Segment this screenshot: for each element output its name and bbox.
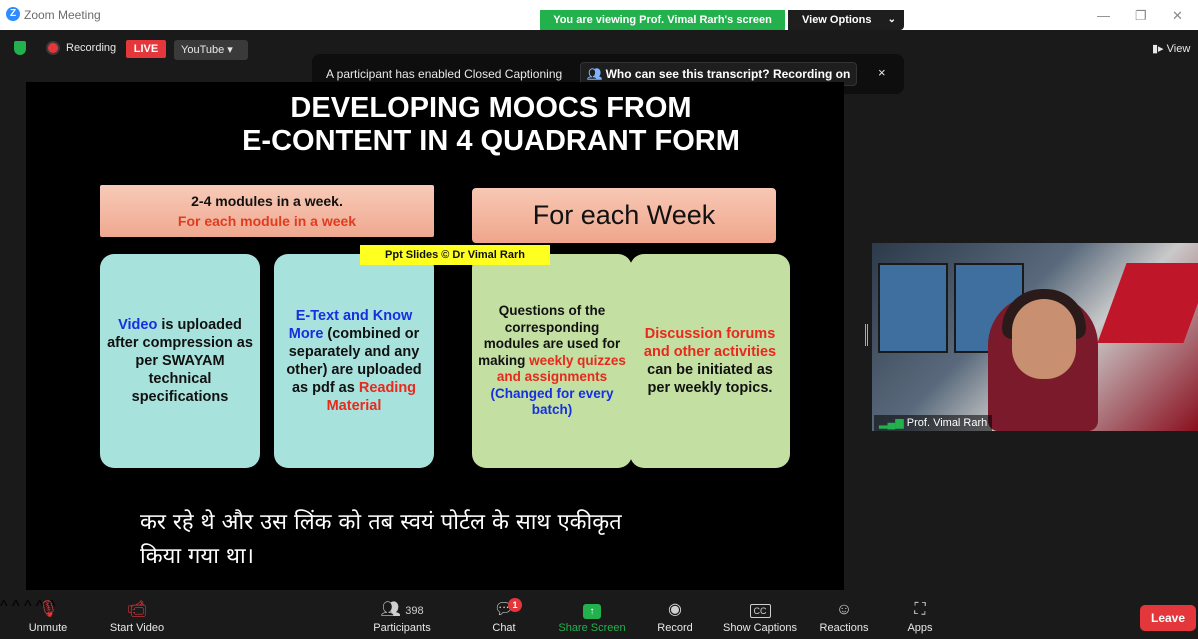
participant-face — [1012, 299, 1076, 379]
reactions-button[interactable]: ☺ Reactions — [815, 598, 873, 639]
reactions-label: Reactions — [819, 622, 869, 634]
apps-button[interactable]: ⛶ Apps — [900, 598, 940, 639]
participants-label: Participants — [373, 622, 431, 634]
window-title: Zoom Meeting — [24, 8, 101, 22]
smiley-icon: ☺ — [835, 601, 853, 618]
chat-button[interactable]: 💬︎ 1 Chat — [484, 598, 524, 639]
show-captions-label: Show Captions — [723, 622, 797, 634]
card-quizzes-blue: (Changed for every batch) — [490, 385, 614, 418]
card-discussion-red: Discussion forums and other activities — [643, 326, 777, 360]
muted-microphone-icon: 🎙︎ — [37, 601, 59, 618]
audio-options-chevron-icon[interactable]: ^ — [0, 598, 8, 615]
participants-icon: 👥︎ — [380, 601, 401, 618]
caption-line1: कर रहे थे और उस लिंक को तब स्वयं पोर्टल … — [140, 510, 622, 535]
share-screen-button[interactable]: ↑ Share Screen — [554, 598, 630, 639]
participant-name-tag: ▂▄▆ Prof. Vimal Rarh — [874, 415, 993, 431]
quadrant-card-video: Video is uploaded after compression as p… — [100, 254, 260, 468]
restore-icon[interactable]: ❐ — [1135, 8, 1147, 24]
chevron-down-icon: ⌄ — [887, 14, 896, 25]
participants-icon-row: 👥︎ 398 — [364, 598, 440, 622]
shared-screen-slide: DEVELOPING MOOCS FROM E-CONTENT IN 4 QUA… — [26, 82, 844, 590]
record-icon: ◉ — [668, 601, 682, 618]
live-caption: कर रहे थे और उस लिंक को तब स्वयं पोर्टल … — [140, 506, 760, 574]
apps-label: Apps — [907, 622, 933, 634]
chat-unread-badge: 1 — [508, 598, 522, 612]
close-notice-icon[interactable]: × — [878, 65, 886, 80]
screen-share-banner: You are viewing Prof. Vimal Rarh's scree… — [540, 10, 785, 30]
video-off-icon: 📹︎ — [126, 601, 148, 618]
live-badge[interactable]: LIVE — [126, 40, 166, 58]
view-options-button[interactable]: View Options ⌄ — [788, 10, 904, 30]
view-icon: ▮▸ — [1152, 43, 1164, 55]
close-window-icon[interactable]: ✕ — [1172, 8, 1183, 24]
cc-notice-message: A participant has enabled Closed Caption… — [326, 67, 563, 81]
minimize-icon[interactable]: — — [1097, 8, 1110, 23]
apps-icon: ⛶ — [914, 601, 926, 618]
view-label: View — [1166, 43, 1191, 55]
for-each-week-box: For each Week — [472, 188, 776, 243]
view-button[interactable]: ▮▸ View — [1152, 42, 1190, 55]
slide-title-line1: DEVELOPING MOOCS FROM — [290, 92, 692, 124]
zoom-logo-icon: Z — [6, 7, 20, 21]
recording-dot-icon — [48, 43, 58, 53]
participant-video-tile[interactable]: ▂▄▆ Prof. Vimal Rarh — [872, 243, 1198, 431]
quadrant-card-quizzes: Questions of the corresponding modules a… — [472, 254, 632, 468]
quadrant-card-etext: E-Text and Know More (combined or separa… — [274, 254, 434, 468]
signal-strength-icon: ▂▄▆ — [879, 417, 907, 429]
participants-count: 398 — [405, 605, 424, 617]
participants-button[interactable]: 👥︎ 398 Participants — [364, 598, 440, 639]
modules-per-week-text: 2-4 modules in a week. — [191, 193, 343, 209]
card-discussion-text: can be initiated as per weekly topics. — [647, 362, 773, 396]
share-screen-label: Share Screen — [558, 622, 626, 634]
unmute-label: Unmute — [28, 622, 68, 634]
meeting-toolbar: 🎙︎ Unmute ^ 📹︎ Start Video ^ 👥︎ 398 Part… — [0, 598, 1198, 639]
slide-credit-label: Ppt Slides © Dr Vimal Rarh — [360, 245, 550, 265]
view-options-label: View Options — [802, 14, 872, 26]
start-video-button[interactable]: 📹︎ Start Video — [102, 598, 172, 639]
captions-icon: CC — [749, 604, 771, 618]
share-screen-icon-wrap: ↑ — [554, 598, 630, 622]
modules-per-week-box: 2-4 modules in a week. For each module i… — [100, 185, 434, 237]
participant-name: Prof. Vimal Rarh — [906, 417, 988, 429]
share-screen-icon: ↑ — [583, 604, 601, 619]
studio-background-graphic — [1097, 263, 1198, 343]
start-video-label: Start Video — [109, 622, 165, 634]
quadrant-card-discussion: Discussion forums and other activities c… — [630, 254, 790, 468]
panel-resize-handle[interactable] — [865, 324, 868, 346]
leave-button[interactable]: Leave — [1140, 605, 1196, 631]
unmute-button[interactable]: 🎙︎ Unmute — [22, 598, 74, 639]
recording-label: Recording — [66, 42, 117, 54]
show-captions-button[interactable]: CC Show Captions — [718, 598, 802, 639]
caption-line2: किया गया था। — [140, 544, 254, 569]
slide-title: DEVELOPING MOOCS FROM E-CONTENT IN 4 QUA… — [146, 92, 836, 158]
people-icon: 👥︎ — [587, 67, 606, 81]
slide-title-line2: E-CONTENT IN 4 QUADRANT FORM — [242, 125, 740, 157]
each-module-text: For each module in a week — [177, 213, 357, 229]
youtube-stream-dropdown[interactable]: YouTube ▾ — [174, 40, 248, 60]
record-button[interactable]: ◉ Record — [650, 598, 700, 639]
studio-background-screen — [878, 263, 948, 353]
encryption-shield-icon[interactable] — [14, 41, 26, 55]
card-video-lead: Video — [118, 317, 158, 333]
record-label: Record — [657, 622, 693, 634]
transcript-visibility-label: Who can see this transcript? Recording o… — [605, 67, 851, 81]
chat-label: Chat — [492, 622, 516, 634]
video-options-chevron-icon[interactable]: ^ — [12, 598, 20, 615]
captions-icon-wrap: CC — [718, 598, 802, 622]
